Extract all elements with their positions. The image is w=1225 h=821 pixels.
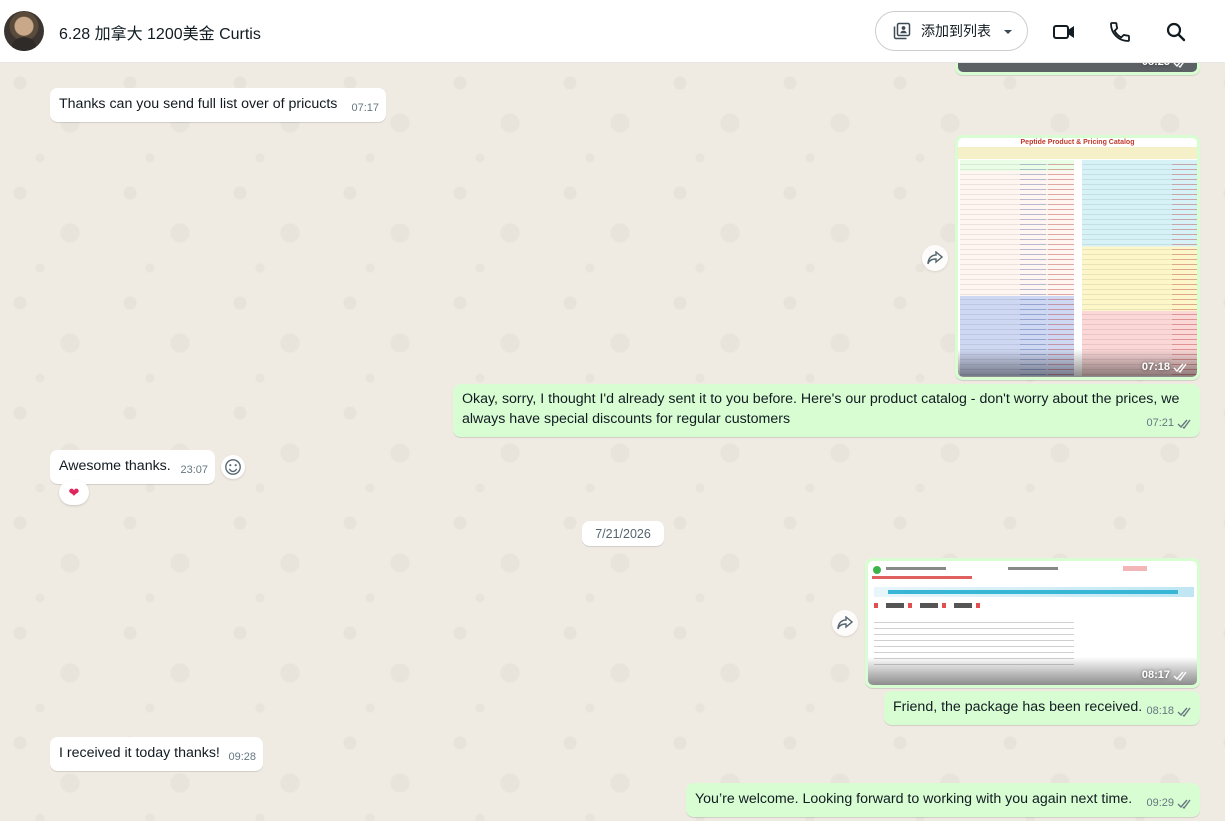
tracking-image[interactable]: 08:17 bbox=[868, 561, 1197, 685]
catalog-image-message[interactable]: Peptide Product & Pricing Catalog 07:18 bbox=[955, 135, 1200, 380]
dropdown-caret-icon bbox=[1004, 30, 1012, 34]
avatar[interactable] bbox=[4, 11, 44, 51]
message-time: 07:21 bbox=[1146, 417, 1174, 429]
double-tick-icon bbox=[1177, 799, 1191, 809]
outgoing-message[interactable]: You’re welcome. Looking forward to worki… bbox=[686, 783, 1200, 817]
forward-icon bbox=[837, 616, 853, 630]
message-meta: 08:17 bbox=[1142, 669, 1189, 681]
message-meta: 07:18 bbox=[1142, 361, 1189, 373]
message-time: 23:07 bbox=[180, 464, 208, 476]
double-tick-icon bbox=[1177, 707, 1191, 717]
message-text: You’re welcome. Looking forward to worki… bbox=[695, 791, 1133, 807]
catalog-title: Peptide Product & Pricing Catalog bbox=[1020, 139, 1135, 146]
double-tick-icon bbox=[1173, 671, 1187, 681]
message-meta: 23:07 bbox=[180, 460, 208, 480]
emoji-icon bbox=[225, 459, 241, 475]
heart-reaction[interactable]: ❤ bbox=[59, 480, 89, 505]
add-to-list-label: 添加到列表 bbox=[921, 23, 991, 39]
incoming-message[interactable]: Thanks can you send full list over of pr… bbox=[50, 88, 386, 122]
message-time: 07:18 bbox=[1141, 361, 1170, 373]
message-time: 09:28 bbox=[228, 751, 256, 763]
catalog-table-left bbox=[960, 160, 1074, 376]
catalog-image[interactable]: Peptide Product & Pricing Catalog 07:18 bbox=[958, 138, 1197, 377]
contact-list-icon bbox=[893, 22, 911, 40]
catalog-table-right bbox=[1082, 160, 1197, 376]
message-time: 07:17 bbox=[351, 102, 379, 114]
message-text: Awesome thanks. bbox=[59, 458, 171, 474]
date-divider: 7/21/2026 bbox=[582, 521, 664, 546]
message-time: 08:17 bbox=[1141, 669, 1170, 681]
search-icon[interactable] bbox=[1164, 20, 1188, 44]
message-meta: 07:17 bbox=[351, 98, 379, 118]
chat-header: 6.28 加拿大 1200美金 Curtis 添加到列表 bbox=[0, 0, 1225, 63]
double-tick-icon bbox=[1173, 363, 1187, 373]
message-meta: 07:21 bbox=[1146, 413, 1193, 433]
message-meta: 08:18 bbox=[1146, 701, 1193, 721]
message-text: I received it today thanks! bbox=[59, 745, 220, 761]
forward-button[interactable] bbox=[832, 610, 858, 636]
video-call-icon[interactable] bbox=[1052, 20, 1076, 44]
outgoing-message[interactable]: Okay, sorry, I thought I'd already sent … bbox=[453, 384, 1200, 437]
message-text: Okay, sorry, I thought I'd already sent … bbox=[462, 391, 1180, 427]
outgoing-message[interactable]: Friend, the package has been received. 0… bbox=[884, 691, 1200, 725]
incoming-message[interactable]: Awesome thanks. 23:07 bbox=[50, 450, 215, 484]
forward-button[interactable] bbox=[922, 245, 948, 271]
heart-icon: ❤ bbox=[68, 484, 80, 500]
message-time: 08:18 bbox=[1146, 705, 1174, 717]
add-to-list-button[interactable]: 添加到列表 bbox=[875, 11, 1028, 51]
message-text: Thanks can you send full list over of pr… bbox=[59, 96, 338, 112]
incoming-message[interactable]: I received it today thanks! 09:28 bbox=[50, 737, 263, 771]
voice-call-icon[interactable] bbox=[1108, 20, 1132, 44]
forward-icon bbox=[927, 251, 943, 265]
react-button[interactable] bbox=[221, 455, 245, 479]
message-text: Friend, the package has been received. bbox=[893, 699, 1143, 715]
double-tick-icon bbox=[1177, 419, 1191, 429]
message-time: 09:29 bbox=[1146, 797, 1174, 809]
chat-title[interactable]: 6.28 加拿大 1200美金 Curtis bbox=[59, 20, 261, 44]
message-meta: 09:28 bbox=[228, 747, 256, 767]
tracking-image-message[interactable]: 08:17 bbox=[865, 558, 1200, 688]
message-meta: 09:29 bbox=[1146, 793, 1193, 813]
